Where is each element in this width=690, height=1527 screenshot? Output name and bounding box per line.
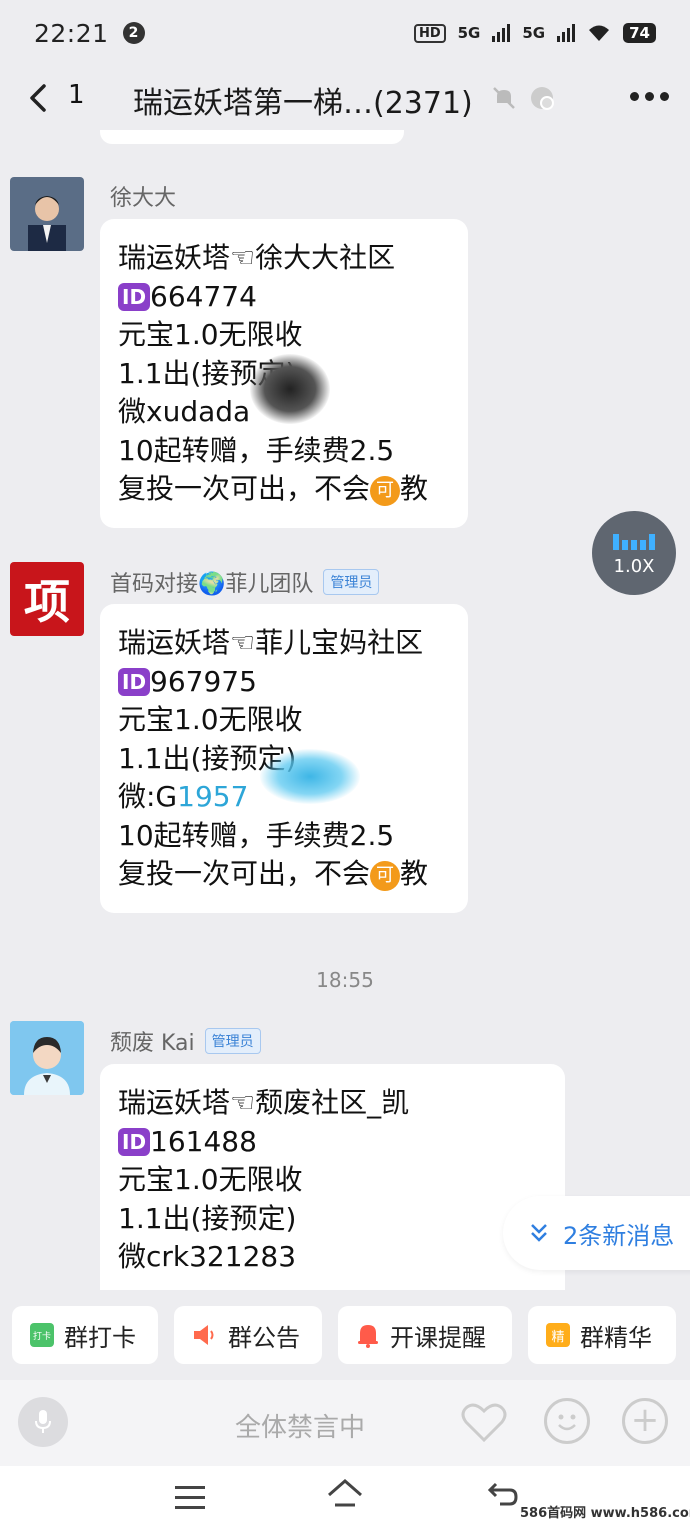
menu-icon[interactable] [175,1486,205,1516]
signal-icon-2 [557,24,576,42]
sender-name-text: 颓废 Kai [110,1031,195,1056]
playback-speed-label: 1.0X [613,555,655,577]
message-line: 复投一次可出，不会可教 [118,472,429,506]
wifi-icon [589,25,610,41]
status-indicators: HD 5G 5G 74 [413,23,656,43]
playback-speed-button[interactable]: 1.0X [592,511,676,595]
hd-icon: HD [413,23,446,43]
message-line: ID 161488 [118,1123,547,1162]
message-line: 瑞运妖塔☜徐大大社区 [118,241,396,274]
signal-icon-1 [492,24,511,42]
message-line: 10起转赠，手续费2.5 [118,818,395,852]
quick-action-bar: 打卡 群打卡 群公告 开课提醒 精 群精华 [0,1290,690,1380]
calendar-checkin-icon: 打卡 [30,1323,54,1347]
quick-action-label: 开课提醒 [390,1323,486,1352]
redaction-scribble [250,354,330,424]
previous-message-bubble [100,130,404,144]
chat-title[interactable]: 瑞运妖塔第一梯…(2371) [133,78,473,122]
message-line: 瑞运妖塔☜菲儿宝妈社区 [118,626,424,659]
battery-icon: 74 [623,23,656,43]
quick-action-label: 群打卡 [64,1323,136,1352]
message-line: 复投一次可出，不会可教 [118,857,429,891]
class-reminder-button[interactable]: 开课提醒 [338,1306,512,1364]
message-timestamp: 18:55 [316,968,374,992]
network-5g-label-1: 5G [457,24,481,42]
system-navigation-bar: 586首码网 www.h586.com [0,1466,690,1527]
group-announcement-button[interactable]: 群公告 [174,1306,322,1364]
avatar[interactable] [10,177,84,251]
new-messages-button[interactable]: 2条新消息 [503,1196,690,1270]
ke-emoji-icon: 可 [370,861,401,891]
system-back-icon[interactable] [486,1480,520,1508]
id-badge-icon: ID [118,282,151,311]
sender-name: 首码对接🌍菲儿团队 管理员 [110,566,380,598]
megaphone-icon [194,1325,214,1345]
unread-count: 1 [68,80,85,110]
id-badge-icon: ID [118,667,151,696]
message-line: 微crk321283 [118,1240,297,1273]
quick-action-label: 群精华 [580,1323,652,1352]
bell-icon [358,1325,378,1348]
chat-message-list[interactable]: 徐大大 瑞运妖塔☜徐大大社区 ID 664774 元宝1.0无限收 1.1出(接预… [0,130,690,1290]
sender-name: 徐大大 [110,180,176,212]
message-bubble[interactable]: 瑞运妖塔☜菲儿宝妈社区 ID 967975 元宝1.0无限收 1.1出(接预定) … [100,604,468,913]
chat-header: 1 瑞运妖塔第一梯…(2371) [0,66,690,130]
message-line: 1.1出(接预定) [118,1201,297,1235]
id-badge-icon: ID [118,1127,151,1156]
admin-badge: 管理员 [204,1028,261,1054]
heart-icon[interactable] [460,1400,508,1444]
more-options-icon[interactable] [630,92,669,101]
message-line: ID 967975 [118,663,450,702]
redaction-scribble [260,749,360,804]
watermark: 586首码网 www.h586.com [520,1506,690,1521]
sender-name-text: 徐大大 [110,186,177,211]
input-bar: 全体禁言中 + [0,1380,690,1466]
wechat-id-link[interactable]: 1957 [177,780,248,813]
notification-count-badge: 2 [122,22,145,44]
back-arrow-icon[interactable] [22,80,58,116]
status-bar: 22:21 2 HD 5G 5G 74 [0,0,690,66]
new-messages-label: 2条新消息 [563,1221,675,1250]
message-line: ID 664774 [118,278,450,317]
group-essence-button[interactable]: 精 群精华 [528,1306,676,1364]
plus-icon[interactable]: + [622,1398,668,1444]
sender-name-text: 首码对接🌍菲儿团队 [110,572,314,597]
double-chevron-down-icon [531,1224,547,1242]
sender-name: 颓废 Kai 管理员 [110,1025,261,1057]
group-checkin-button[interactable]: 打卡 群打卡 [12,1306,158,1364]
message-line: 元宝1.0无限收 [118,703,303,736]
home-icon[interactable] [326,1478,364,1512]
message-bubble[interactable]: 瑞运妖塔☜颓废社区_凯 ID 161488 元宝1.0无限收 1.1出(接预定) … [100,1064,565,1290]
avatar[interactable] [10,1021,84,1095]
quick-action-label: 群公告 [228,1323,300,1352]
network-5g-label-2: 5G [522,24,546,42]
mute-bell-icon [493,87,515,109]
hidden-status-icon [531,87,554,110]
message-bubble[interactable]: 瑞运妖塔☜徐大大社区 ID 664774 元宝1.0无限收 1.1出(接预定) 微… [100,219,468,528]
status-time: 22:21 [34,18,109,48]
essence-icon: 精 [546,1323,570,1347]
audio-bars-icon [613,530,655,550]
ke-emoji-icon: 可 [370,476,401,506]
admin-badge: 管理员 [323,569,380,595]
message-line: 元宝1.0无限收 [118,318,303,351]
avatar[interactable]: 项 [10,562,84,636]
message-line: 元宝1.0无限收 [118,1163,303,1196]
message-line: 10起转赠，手续费2.5 [118,433,395,467]
emoji-icon[interactable] [544,1398,590,1444]
message-line: 瑞运妖塔☜颓废社区_凯 [118,1086,410,1119]
all-muted-status: 全体禁言中 [234,1413,365,1443]
